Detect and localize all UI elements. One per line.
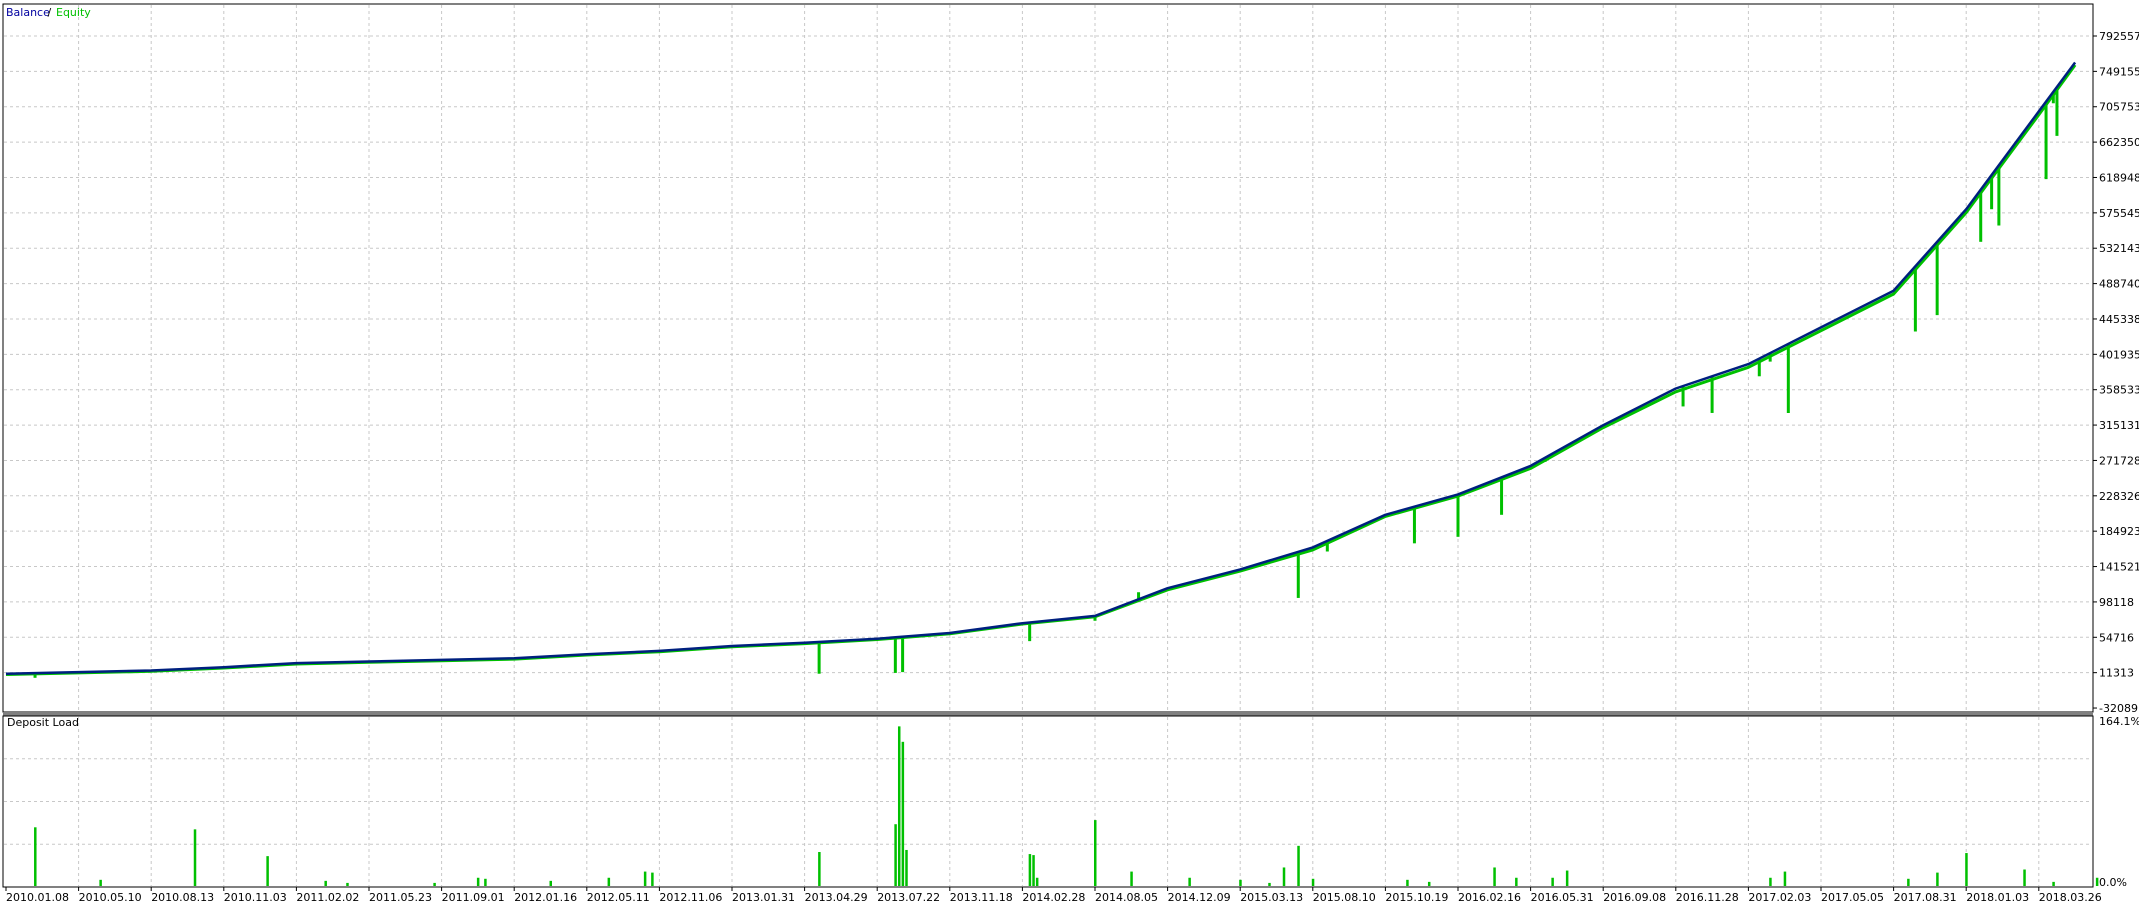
x-tick-label: 2013.04.29 xyxy=(805,891,868,904)
deposit-load-bar xyxy=(905,849,908,886)
deposit-load-bar xyxy=(894,824,897,886)
deposit-load-bar xyxy=(818,852,821,886)
deposit-load-bar xyxy=(1515,877,1518,886)
deposit-load-bar xyxy=(1268,882,1271,886)
x-tick-label: 2014.12.09 xyxy=(1168,891,1231,904)
load-y-tick-label: 164.1% xyxy=(2099,715,2139,728)
deposit-load-bar xyxy=(1297,845,1300,886)
x-tick-label: 2013.01.31 xyxy=(732,891,795,904)
deposit-load-bar xyxy=(433,882,436,886)
y-tick-label: 749155 xyxy=(2099,65,2139,78)
equity-legend-label: Equity xyxy=(56,6,91,19)
deposit-load-bar xyxy=(1035,877,1039,886)
load-y-tick-label: 0.0% xyxy=(2099,876,2127,889)
deposit-load-bar xyxy=(324,880,327,886)
y-tick-label: 445338 xyxy=(2099,313,2139,326)
deposit-load-bar xyxy=(476,877,480,886)
deposit-load-bar xyxy=(2023,869,2026,886)
x-tick-label: 2012.05.11 xyxy=(587,891,650,904)
x-tick-label: 2017.08.31 xyxy=(1894,891,1957,904)
deposit-load-bar xyxy=(1907,878,1910,886)
x-tick-label: 2010.05.10 xyxy=(79,891,142,904)
x-tick-label: 2017.05.05 xyxy=(1821,891,1884,904)
deposit-load-bar xyxy=(266,856,269,886)
y-tick-label: -32089 xyxy=(2099,702,2138,715)
x-tick-label: 2016.05.31 xyxy=(1531,891,1594,904)
x-tick-label: 2018.03.26 xyxy=(2039,891,2102,904)
deposit-load-bar xyxy=(346,882,349,886)
deposit-load-bar xyxy=(1239,879,1242,886)
y-tick-label: 618948 xyxy=(2099,171,2139,184)
deposit-load-bar xyxy=(1427,881,1431,886)
x-tick-label: 2016.11.28 xyxy=(1676,891,1739,904)
x-tick-label: 2013.11.18 xyxy=(950,891,1013,904)
y-tick-label: 575545 xyxy=(2099,207,2139,220)
x-tick-label: 2012.01.16 xyxy=(514,891,577,904)
x-tick-label: 2011.09.01 xyxy=(442,891,505,904)
y-tick-label: 358533 xyxy=(2099,384,2139,397)
deposit-load-bar xyxy=(2095,877,2099,886)
deposit-load-bar xyxy=(607,877,611,886)
y-tick-label: 662350 xyxy=(2099,136,2139,149)
x-tick-label: 2017.02.03 xyxy=(1748,891,1811,904)
deposit-load-bar xyxy=(1551,877,1554,886)
x-tick-label: 2016.02.16 xyxy=(1458,891,1521,904)
y-tick-label: 792557 xyxy=(2099,30,2139,43)
x-tick-label: 2015.03.13 xyxy=(1240,891,1303,904)
deposit-load-bar xyxy=(1783,871,1787,886)
x-tick-label: 2012.11.06 xyxy=(659,891,722,904)
y-tick-label: 11313 xyxy=(2099,667,2134,680)
deposit-load-title: Deposit Load xyxy=(7,716,79,729)
y-tick-label: 98118 xyxy=(2099,596,2134,609)
y-tick-label: 532143 xyxy=(2099,242,2139,255)
deposit-load-bar xyxy=(549,880,552,886)
y-tick-label: 315131 xyxy=(2099,419,2139,432)
panel-divider xyxy=(3,712,2093,716)
y-tick-label: 141521 xyxy=(2099,561,2139,574)
deposit-load-bar xyxy=(1406,879,1409,886)
deposit-load-bar xyxy=(1282,867,1286,886)
x-tick-label: 2016.09.08 xyxy=(1603,891,1666,904)
y-tick-label: 705753 xyxy=(2099,101,2139,114)
deposit-load-bar xyxy=(1493,867,1496,886)
deposit-load-bar xyxy=(1188,877,1191,886)
deposit-load-bar xyxy=(34,827,37,886)
x-tick-label: 2010.08.13 xyxy=(151,891,214,904)
deposit-load-bar xyxy=(897,726,901,886)
deposit-load-bar xyxy=(901,741,905,886)
x-tick-label: 2011.02.02 xyxy=(296,891,359,904)
y-tick-label: 54716 xyxy=(2099,631,2134,644)
x-tick-label: 2013.07.22 xyxy=(877,891,940,904)
deposit-load-bar xyxy=(99,879,102,886)
deposit-load-bar xyxy=(1094,820,1097,886)
y-tick-label: 401935 xyxy=(2099,348,2139,361)
x-tick-label: 2018.01.03 xyxy=(1966,891,2029,904)
y-tick-label: 228326 xyxy=(2099,490,2139,503)
deposit-load-bar xyxy=(1130,871,1133,886)
x-tick-label: 2010.11.03 xyxy=(224,891,287,904)
x-tick-label: 2014.02.28 xyxy=(1022,891,1085,904)
deposit-load-bar xyxy=(484,878,487,886)
deposit-load-bar xyxy=(1032,855,1035,886)
legend-separator: / xyxy=(44,6,55,19)
deposit-load-bar xyxy=(643,871,647,886)
deposit-load-bar xyxy=(1565,870,1569,886)
deposit-load-bar xyxy=(193,829,197,886)
deposit-load-bar xyxy=(2052,881,2055,886)
y-tick-label: 271728 xyxy=(2099,454,2139,467)
y-tick-label: 184923 xyxy=(2099,525,2139,538)
x-tick-label: 2015.08.10 xyxy=(1313,891,1376,904)
x-tick-label: 2015.10.19 xyxy=(1385,891,1448,904)
deposit-load-bar xyxy=(651,872,654,886)
deposit-load-bar xyxy=(1311,878,1315,886)
x-tick-label: 2014.08.05 xyxy=(1095,891,1158,904)
deposit-load-bar xyxy=(1769,877,1772,886)
x-tick-label: 2011.05.23 xyxy=(369,891,432,904)
deposit-load-bar xyxy=(1965,853,1968,886)
x-tick-label: 2010.01.08 xyxy=(6,891,69,904)
deposit-load-bar xyxy=(1936,872,1939,886)
strategy-tester-graph: 792557 749155 705753 662350 618948 575545 5321… xyxy=(0,0,2139,905)
deposit-load-bar xyxy=(1028,854,1032,886)
y-tick-label: 488740 xyxy=(2099,278,2139,291)
